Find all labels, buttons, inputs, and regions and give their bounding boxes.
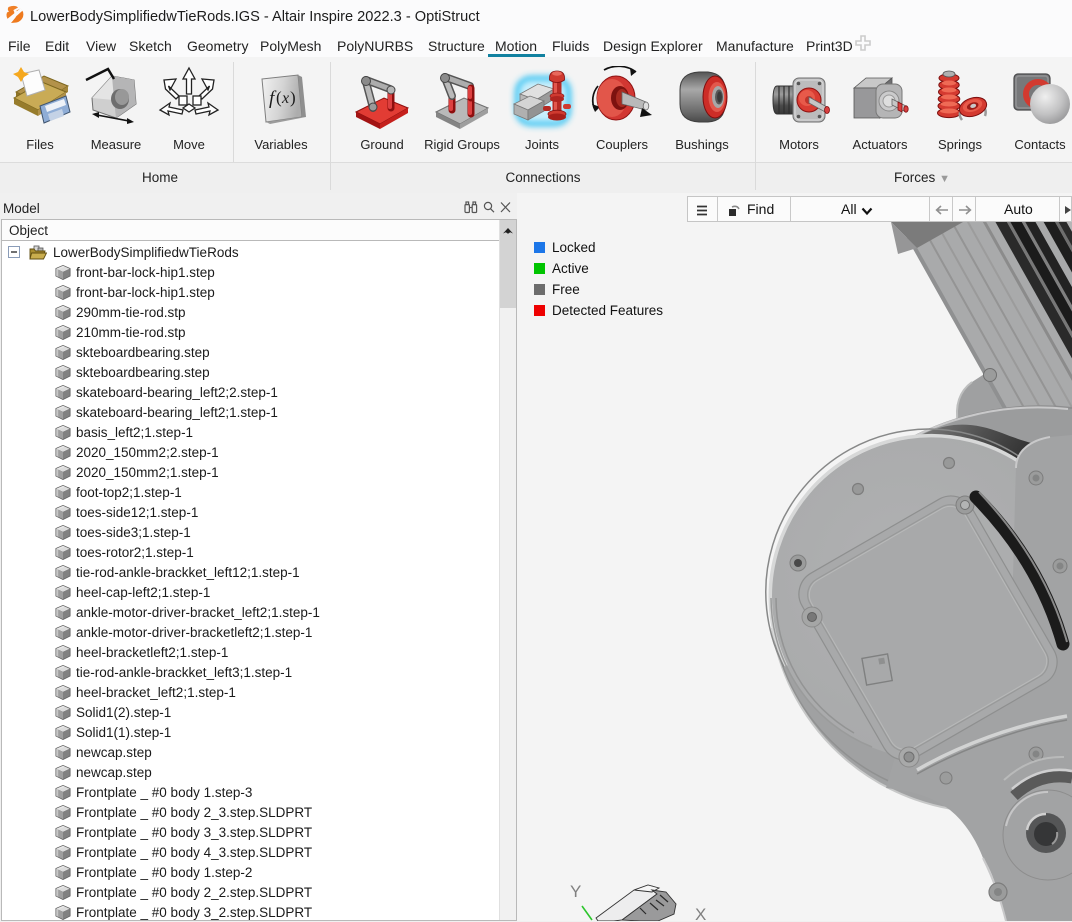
svg-text:x: x	[281, 90, 289, 107]
svg-text:Y: Y	[570, 882, 581, 901]
svg-text:): )	[290, 88, 296, 107]
svg-text:X: X	[695, 905, 706, 921]
